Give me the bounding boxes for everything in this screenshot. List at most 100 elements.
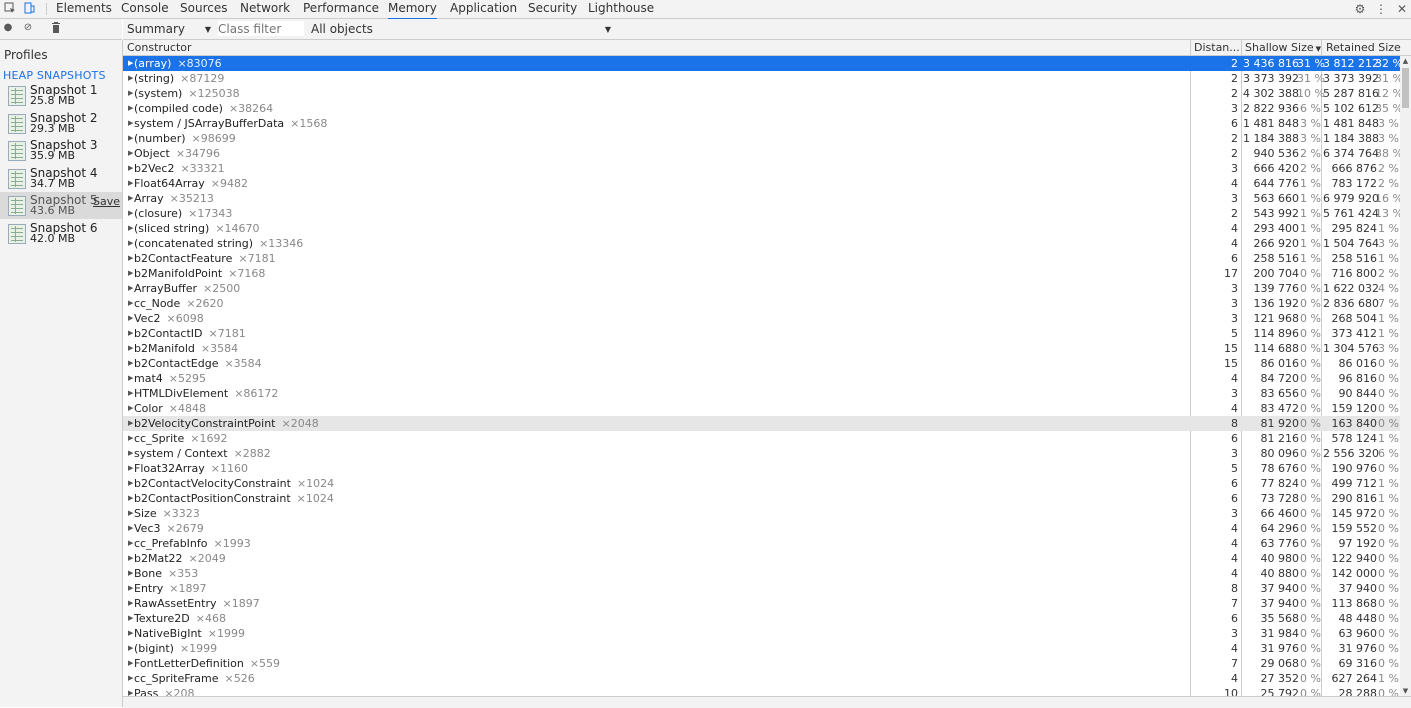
tab-network[interactable]: Network — [240, 0, 290, 18]
expand-triangle-icon[interactable]: ▶ — [128, 581, 133, 596]
device-toolbar-icon[interactable] — [22, 2, 36, 16]
expand-triangle-icon[interactable]: ▶ — [128, 371, 133, 386]
table-row[interactable]: ▶ Float32Array ×1160 5 78 676 0 % 190 976 0 % — [123, 461, 1400, 476]
expand-triangle-icon[interactable]: ▶ — [128, 251, 133, 266]
inspect-element-icon[interactable] — [3, 2, 17, 16]
table-row[interactable]: ▶ ArrayBuffer ×2500 3 139 776 0 % 1 622 032 4 % — [123, 281, 1400, 296]
table-row[interactable]: ▶ Pass ×208 10 25 792 0 % 28 288 0 % — [123, 686, 1400, 696]
table-row[interactable]: ▶Array ×35213 3 563 6601 %6 979 92016 % — [123, 191, 1400, 206]
table-row[interactable]: ▶ b2ContactPositionConstraint ×1024 6 73 728… — [123, 491, 1400, 506]
expand-triangle-icon[interactable]: ▶ — [128, 146, 133, 161]
table-row[interactable]: ▶ b2ContactFeature ×7181 6 258 516 1 % 258 516… — [123, 251, 1400, 266]
expand-triangle-icon[interactable]: ▶ — [128, 506, 133, 521]
table-row[interactable]: ▶ (array) ×83076 2 3 436 816 31 % 3 812 212 32 … — [123, 56, 1400, 71]
expand-triangle-icon[interactable]: ▶ — [128, 461, 133, 476]
tab-elements[interactable]: Elements — [56, 0, 112, 18]
expand-triangle-icon[interactable]: ▶ — [128, 341, 133, 356]
view-select[interactable]: Summary ▼ — [127, 22, 211, 37]
table-row[interactable]: ▶ (string) ×87129 2 3 373 392 31 % 3 373 392 31… — [123, 71, 1400, 86]
table-row[interactable]: ▶ (sliced string) ×14670 4 293 400 1 % 295 824… — [123, 221, 1400, 236]
header-distance[interactable]: Distan... — [1194, 40, 1240, 55]
snapshot-item[interactable]: Snapshot 2 29.3 MB — [0, 110, 122, 137]
tab-sources[interactable]: Sources — [180, 0, 227, 18]
header-retained-size[interactable]: Retained Size — [1326, 40, 1401, 55]
expand-triangle-icon[interactable]: ▶ — [128, 656, 133, 671]
expand-triangle-icon[interactable]: ▶ — [128, 326, 133, 341]
expand-triangle-icon[interactable]: ▶ — [128, 401, 133, 416]
expand-triangle-icon[interactable]: ▶ — [128, 71, 133, 86]
table-row[interactable]: ▶ system / JSArrayBufferData ×1568 6 1 481 8… — [123, 116, 1400, 131]
table-row[interactable]: ▶ Vec3 ×2679 4 64 296 0 % 159 552 0 % — [123, 521, 1400, 536]
close-icon[interactable]: ✕ — [1394, 1, 1410, 17]
snapshot-item[interactable]: Snapshot 5 43.6 MB Save — [0, 192, 122, 219]
table-row[interactable]: ▶ HTMLDivElement ×86172 3 83 656 0 % 90 844 0 % — [123, 386, 1400, 401]
tab-application[interactable]: Application — [450, 0, 517, 18]
table-row[interactable]: ▶ (number) ×98699 2 1 184 388 3 % 1 184 388 3 % — [123, 131, 1400, 146]
record-icon[interactable]: ● — [2, 22, 14, 34]
expand-triangle-icon[interactable]: ▶ — [128, 206, 133, 221]
vertical-scrollbar[interactable]: ▲ ▼ — [1400, 56, 1411, 696]
tab-lighthouse[interactable]: Lighthouse — [588, 0, 654, 18]
expand-triangle-icon[interactable]: ▶ — [128, 116, 133, 131]
expand-triangle-icon[interactable]: ▶ — [128, 191, 133, 206]
gear-icon[interactable]: ⚙ — [1352, 1, 1368, 17]
table-row[interactable]: ▶ mat4 ×5295 4 84 720 0 % 96 816 0 % — [123, 371, 1400, 386]
expand-triangle-icon[interactable]: ▶ — [128, 236, 133, 251]
header-constructor[interactable]: Constructor — [127, 40, 192, 55]
snapshot-item[interactable]: Snapshot 4 34.7 MB — [0, 165, 122, 192]
expand-triangle-icon[interactable]: ▶ — [128, 416, 133, 431]
snapshot-item[interactable]: Snapshot 3 35.9 MB — [0, 137, 122, 164]
tab-console[interactable]: Console — [121, 0, 169, 18]
table-row[interactable]: ▶(closure) ×17343 2 543 9921 %5 761 42413 % — [123, 206, 1400, 221]
table-row[interactable]: ▶ b2ContactEdge ×3584 15 86 016 0 % 86 016 0 % — [123, 356, 1400, 371]
expand-triangle-icon[interactable]: ▶ — [128, 641, 133, 656]
expand-triangle-icon[interactable]: ▶ — [128, 446, 133, 461]
table-row[interactable]: ▶ b2Manifold ×3584 15 114 688 0 % 1 304 576 3 % — [123, 341, 1400, 356]
class-filter-input[interactable] — [218, 21, 304, 36]
table-row[interactable]: ▶ cc_SpriteFrame ×526 4 27 352 0 % 627 264 1 % — [123, 671, 1400, 686]
expand-triangle-icon[interactable]: ▶ — [128, 221, 133, 236]
kebab-menu-icon[interactable]: ⋮ — [1373, 1, 1389, 17]
table-row[interactable]: ▶ b2Vec2 ×33321 3 666 420 2 % 666 876 2 % — [123, 161, 1400, 176]
tab-memory[interactable]: Memory — [388, 0, 437, 20]
table-row[interactable]: ▶ (system) ×125038 2 4 302 388 10 % 5 287 816 1… — [123, 86, 1400, 101]
objects-select[interactable]: All objects ▼ — [311, 22, 611, 37]
expand-triangle-icon[interactable]: ▶ — [128, 671, 133, 686]
tab-security[interactable]: Security — [528, 0, 577, 18]
table-row[interactable]: ▶ Texture2D ×468 6 35 568 0 % 48 448 0 % — [123, 611, 1400, 626]
expand-triangle-icon[interactable]: ▶ — [128, 266, 133, 281]
table-row[interactable]: ▶ b2ContactVelocityConstraint ×1024 6 77 824… — [123, 476, 1400, 491]
table-row[interactable]: ▶Object ×34796 2 940 5362 %6 374 76438 % — [123, 146, 1400, 161]
table-row[interactable]: ▶ cc_PrefabInfo ×1993 4 63 776 0 % 97 192 0 % — [123, 536, 1400, 551]
expand-triangle-icon[interactable]: ▶ — [128, 626, 133, 641]
scroll-down-arrow-icon[interactable]: ▼ — [1400, 686, 1411, 696]
expand-triangle-icon[interactable]: ▶ — [128, 536, 133, 551]
expand-triangle-icon[interactable]: ▶ — [128, 356, 133, 371]
clear-icon[interactable]: ⊘ — [22, 22, 34, 34]
expand-triangle-icon[interactable]: ▶ — [128, 611, 133, 626]
expand-triangle-icon[interactable]: ▶ — [128, 56, 133, 71]
table-row[interactable]: ▶ RawAssetEntry ×1897 7 37 940 0 % 113 868 0 % — [123, 596, 1400, 611]
table-row[interactable]: ▶ Vec2 ×6098 3 121 968 0 % 268 504 1 % — [123, 311, 1400, 326]
snapshot-item[interactable]: Snapshot 1 25.8 MB — [0, 82, 122, 109]
save-snapshot-link[interactable]: Save — [93, 195, 120, 208]
expand-triangle-icon[interactable]: ▶ — [128, 491, 133, 506]
scrollbar-thumb[interactable] — [1402, 68, 1409, 108]
expand-triangle-icon[interactable]: ▶ — [128, 161, 133, 176]
table-row[interactable]: ▶ b2ContactID ×7181 5 114 896 0 % 373 412 1 % — [123, 326, 1400, 341]
expand-triangle-icon[interactable]: ▶ — [128, 296, 133, 311]
table-row[interactable]: ▶ cc_Node ×2620 3 136 192 0 % 2 836 680 7 % — [123, 296, 1400, 311]
expand-triangle-icon[interactable]: ▶ — [128, 311, 133, 326]
expand-triangle-icon[interactable]: ▶ — [128, 131, 133, 146]
expand-triangle-icon[interactable]: ▶ — [128, 476, 133, 491]
table-row[interactable]: ▶ (bigint) ×1999 4 31 976 0 % 31 976 0 % — [123, 641, 1400, 656]
trash-icon[interactable] — [50, 22, 62, 34]
expand-triangle-icon[interactable]: ▶ — [128, 596, 133, 611]
table-row[interactable]: ▶ NativeBigInt ×1999 3 31 984 0 % 63 960 0 % — [123, 626, 1400, 641]
expand-triangle-icon[interactable]: ▶ — [128, 101, 133, 116]
retainers-splitter[interactable] — [123, 696, 1411, 708]
expand-triangle-icon[interactable]: ▶ — [128, 281, 133, 296]
table-row[interactable]: ▶ b2VelocityConstraintPoint ×2048 8 81 920 0 … — [123, 416, 1400, 431]
table-row[interactable]: ▶ (concatenated string) ×13346 4 266 920 1 % 1… — [123, 236, 1400, 251]
table-row[interactable]: ▶ b2ManifoldPoint ×7168 17 200 704 0 % 716 800… — [123, 266, 1400, 281]
